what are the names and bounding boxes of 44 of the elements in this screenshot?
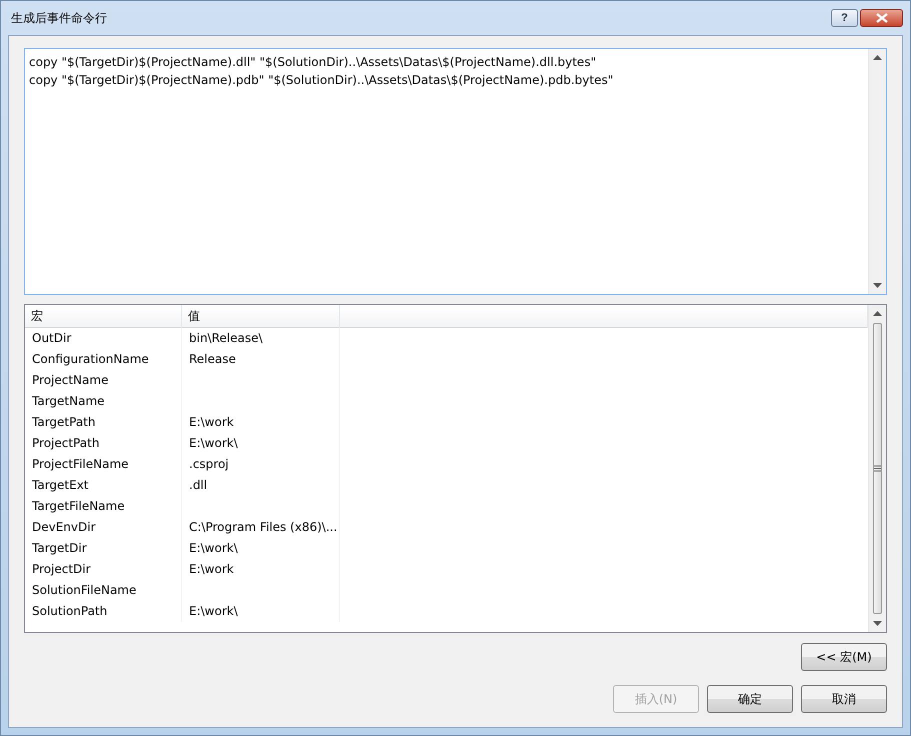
table-cell: bin\Release\ xyxy=(182,328,340,349)
scroll-up-icon xyxy=(873,310,882,316)
window-title: 生成后事件命令行 xyxy=(10,10,107,26)
table-cell: ProjectPath xyxy=(25,433,182,454)
dialog-button[interactable]: 取消 xyxy=(801,685,887,713)
close-button[interactable] xyxy=(860,9,903,27)
table-cell: SolutionPath xyxy=(25,601,182,622)
table-cell: TargetExt xyxy=(25,475,182,496)
table-cell: TargetName xyxy=(25,391,182,412)
column-header[interactable]: 值 xyxy=(182,305,340,328)
command-editor[interactable]: copy "$(TargetDir)$(ProjectName).dll" "$(SolutionDir)..\Assets\Datas\$(ProjectName).dll.bytes" copy "$(TargetDir)$(ProjectName).pdb" "$(SolutionDir)..\Assets\Datas\$(ProjectName).pdb.bytes" xyxy=(24,48,887,295)
scrollbar[interactable] xyxy=(868,305,886,632)
table-cell: C:\Program Files (x86)\... xyxy=(182,517,340,538)
scroll-down-icon xyxy=(873,283,882,289)
table-cell: E:\work xyxy=(182,559,340,580)
table-cell: ConfigurationName xyxy=(25,349,182,370)
table-cell: TargetPath xyxy=(25,412,182,433)
command-line: copy "$(TargetDir)$(ProjectName).dll" "$(SolutionDir)..\Assets\Datas\$(ProjectName).dll.bytes" xyxy=(29,54,598,71)
scroll-up-icon xyxy=(873,54,882,60)
table-cell: OutDir xyxy=(25,328,182,349)
close-icon xyxy=(876,13,888,23)
grip-icon xyxy=(874,465,881,472)
table-cell: ProjectName xyxy=(25,370,182,391)
column-header[interactable]: 宏 xyxy=(25,305,182,328)
scroll-thumb[interactable] xyxy=(873,323,882,614)
help-button[interactable]: ? xyxy=(831,9,858,27)
table-cell: TargetDir xyxy=(25,538,182,559)
table-cell: ProjectFileName xyxy=(25,454,182,475)
table-cell: .csproj xyxy=(182,454,340,475)
table-cell: E:\work\ xyxy=(182,601,340,622)
table-cell: Release xyxy=(182,349,340,370)
table-cell: .dll xyxy=(182,475,340,496)
table-cell: E:\work\ xyxy=(182,433,340,454)
table-cell: TargetFileName xyxy=(25,496,182,517)
table-cell: DevEnvDir xyxy=(25,517,182,538)
scrollbar[interactable] xyxy=(868,49,886,294)
table-cell: ProjectDir xyxy=(25,559,182,580)
command-line: copy "$(TargetDir)$(ProjectName).pdb" "$(SolutionDir)..\Assets\Datas\$(ProjectName).pdb.bytes" xyxy=(29,72,614,89)
table-cell: SolutionFileName xyxy=(25,580,182,601)
table-cell: E:\work xyxy=(182,412,340,433)
scroll-down-icon xyxy=(873,621,882,627)
macros-button[interactable]: << 宏(M) xyxy=(801,643,887,671)
dialog-button[interactable]: 确定 xyxy=(707,685,793,713)
table-cell: E:\work\ xyxy=(182,538,340,559)
